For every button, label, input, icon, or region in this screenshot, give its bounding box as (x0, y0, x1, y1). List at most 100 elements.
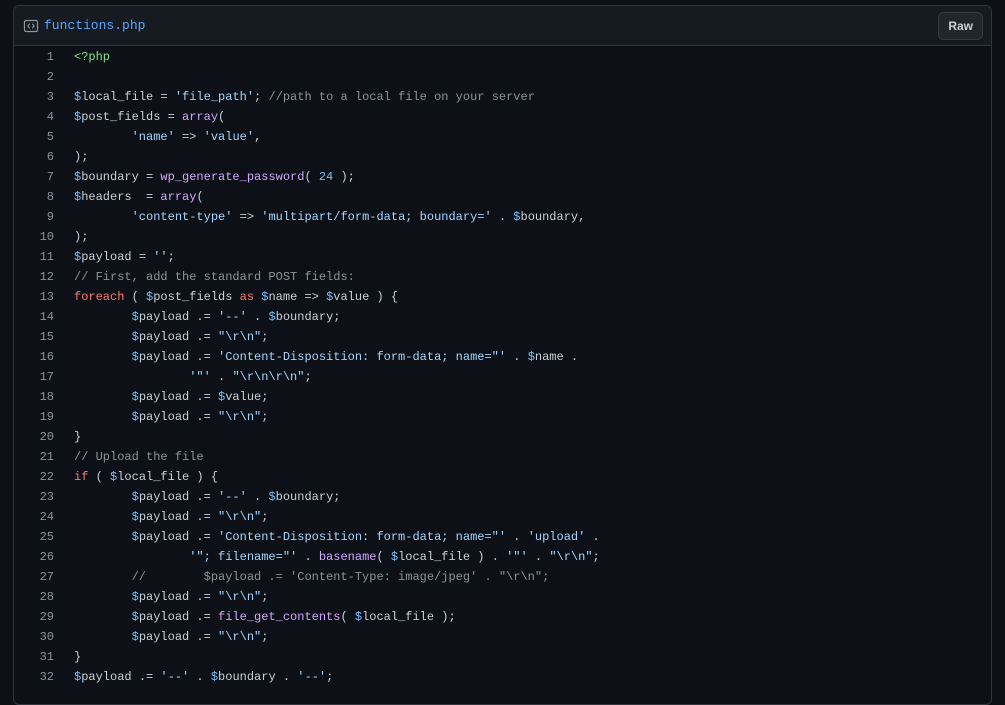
line-content: // First, add the standard POST fields: (74, 267, 991, 287)
line-number[interactable]: 10 (14, 227, 74, 247)
line-number[interactable]: 25 (14, 527, 74, 547)
line-number[interactable]: 8 (14, 187, 74, 207)
code-token: as (239, 290, 255, 304)
line-content: $payload .= '--' . $boundary . '--'; (74, 667, 991, 687)
code-file-panel: functions.php Raw 1 <?php 2 3 $local_file = … (13, 5, 992, 705)
code-token: ; (304, 370, 312, 384)
code-line: 4 $post_fields = array( (14, 107, 991, 127)
code-token: . (210, 370, 233, 384)
line-number[interactable]: 11 (14, 247, 74, 267)
line-number[interactable]: 23 (14, 487, 74, 507)
line-number[interactable]: 26 (14, 547, 74, 567)
code-line: 22 if ( $local_file ) { (14, 467, 991, 487)
line-number[interactable]: 5 (14, 127, 74, 147)
code-token: ; (261, 410, 269, 424)
line-number[interactable]: 18 (14, 387, 74, 407)
line-number[interactable]: 17 (14, 367, 74, 387)
code-token: 'file_path' (174, 90, 255, 104)
line-number[interactable]: 28 (14, 587, 74, 607)
line-number[interactable]: 4 (14, 107, 74, 127)
line-number[interactable]: 7 (14, 167, 74, 187)
code-line: 20} (14, 427, 991, 447)
code-token: } (74, 650, 82, 664)
line-number[interactable]: 27 (14, 567, 74, 587)
code-token: // First, add the standard POST fields: (74, 270, 355, 284)
code-token: 'multipart/form-data; boundary=' (261, 210, 492, 224)
line-number[interactable]: 32 (14, 667, 74, 687)
code-token: ( (304, 170, 319, 184)
code-token: local_file ) . (398, 550, 507, 564)
line-content: 'content-type' => 'multipart/form-data; … (74, 207, 991, 227)
line-number[interactable]: 22 (14, 467, 74, 487)
code-token: payload = (81, 250, 154, 264)
line-content: foreach ( $post_fields as $name => $valu… (74, 287, 991, 307)
code-token: $ (268, 310, 276, 324)
code-token: ; (254, 90, 269, 104)
code-token: . (506, 350, 528, 364)
code-token: boundary . (218, 670, 298, 684)
raw-button[interactable]: Raw (938, 11, 983, 40)
line-number[interactable]: 30 (14, 627, 74, 647)
file-title-link[interactable]: functions.php (23, 18, 145, 34)
line-number[interactable]: 31 (14, 647, 74, 667)
code-token: . (246, 310, 269, 324)
code-token: "\r\n" (218, 410, 262, 424)
line-content: ); (74, 147, 991, 167)
line-number[interactable]: 15 (14, 327, 74, 347)
code-line: 7 $boundary = wp_generate_password( 24 ); (14, 167, 991, 187)
code-line: 17 '"' . "\r\n\r\n"; (14, 367, 991, 387)
code-token: "\r\n\r\n" (232, 370, 305, 384)
code-token: 'Content-Disposition: form-data; name="' (218, 530, 507, 544)
line-content: $payload .= $value; (74, 387, 991, 407)
code-token: '"; filename="' (189, 550, 298, 564)
line-number[interactable]: 29 (14, 607, 74, 627)
code-line: 30 $payload .= "\r\n"; (14, 627, 991, 647)
code-line: 23 $payload .= '--' . $boundary; (14, 487, 991, 507)
line-content: $payload .= "\r\n"; (74, 407, 991, 427)
line-number[interactable]: 2 (14, 67, 74, 87)
code-line: 28 $payload .= "\r\n"; (14, 587, 991, 607)
code-line: 15 $payload .= "\r\n"; (14, 327, 991, 347)
line-content: $headers = array( (74, 187, 991, 207)
code-line: 13 foreach ( $post_fields as $name => $va… (14, 287, 991, 307)
line-number[interactable]: 16 (14, 347, 74, 367)
code-token: $ (131, 390, 139, 404)
code-line: 26 '"; filename="' . basename( $local_fi… (14, 547, 991, 567)
code-token: value ) { (333, 290, 399, 304)
code-token: ( (196, 190, 204, 204)
file-name[interactable]: functions.php (44, 18, 145, 33)
code-token: <?php (74, 50, 111, 64)
line-number[interactable]: 1 (14, 47, 74, 67)
code-token: ); (74, 230, 89, 244)
code-token: boundary; (275, 490, 341, 504)
line-number[interactable]: 13 (14, 287, 74, 307)
code-line: 5 'name' => 'value', (14, 127, 991, 147)
code-token: ); (333, 170, 355, 184)
line-number[interactable]: 12 (14, 267, 74, 287)
line-content: $payload .= "\r\n"; (74, 627, 991, 647)
line-content: $payload = ''; (74, 247, 991, 267)
code-token: value; (225, 390, 269, 404)
line-number[interactable]: 24 (14, 507, 74, 527)
line-number[interactable]: 6 (14, 147, 74, 167)
line-content: $payload .= "\r\n"; (74, 507, 991, 527)
code-line: 11 $payload = ''; (14, 247, 991, 267)
code-token: headers = (81, 190, 161, 204)
line-number[interactable]: 19 (14, 407, 74, 427)
line-number[interactable]: 20 (14, 427, 74, 447)
line-number[interactable]: 21 (14, 447, 74, 467)
code-token: . (246, 490, 269, 504)
code-token: foreach (74, 290, 125, 304)
code-token: payload .= (138, 310, 219, 324)
line-content: // $payload .= 'Content-Type: image/jpeg… (74, 567, 991, 587)
code-token: "\r\n" (218, 630, 262, 644)
line-number[interactable]: 3 (14, 87, 74, 107)
line-number[interactable]: 9 (14, 207, 74, 227)
line-number[interactable]: 14 (14, 307, 74, 327)
code-token: payload .= (138, 630, 219, 644)
